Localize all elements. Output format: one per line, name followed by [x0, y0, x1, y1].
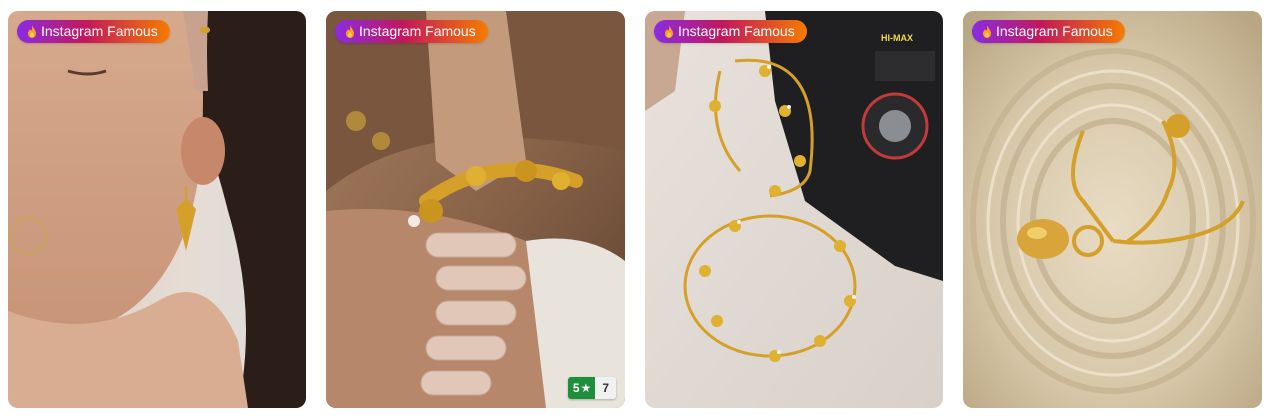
product-image-necklace[interactable] [963, 11, 1262, 408]
product-card[interactable]: Instagram Famous [963, 11, 1262, 408]
badge-label: Instagram Famous [996, 23, 1113, 39]
instagram-famous-badge: Instagram Famous [335, 20, 488, 43]
product-grid: Instagram Famous Instagram Famous 5 ★ 7 … [0, 0, 1269, 418]
product-card[interactable]: HI-MAX Instagram Famous [645, 11, 943, 408]
svg-text:HI-MAX: HI-MAX [881, 33, 913, 43]
rating-badge: 5 ★ 7 [567, 377, 616, 399]
instagram-famous-badge: Instagram Famous [17, 20, 170, 43]
flame-icon [664, 25, 674, 38]
badge-label: Instagram Famous [41, 23, 158, 39]
instagram-famous-badge: Instagram Famous [654, 20, 807, 43]
flame-icon [27, 25, 37, 38]
product-card[interactable]: Instagram Famous [8, 11, 306, 408]
rating-score: 5 ★ [567, 377, 596, 399]
product-image-bangles[interactable]: HI-MAX [645, 11, 943, 408]
badge-label: Instagram Famous [678, 23, 795, 39]
product-image-bracelet[interactable] [326, 11, 625, 408]
instagram-famous-badge: Instagram Famous [972, 20, 1125, 43]
flame-icon [345, 25, 355, 38]
rating-count: 7 [595, 377, 616, 399]
flame-icon [982, 25, 992, 38]
badge-label: Instagram Famous [359, 23, 476, 39]
star-icon: ★ [580, 381, 592, 395]
product-card[interactable]: Instagram Famous 5 ★ 7 [326, 11, 625, 408]
product-image-earring[interactable] [8, 11, 306, 408]
rating-value: 5 [572, 381, 580, 395]
